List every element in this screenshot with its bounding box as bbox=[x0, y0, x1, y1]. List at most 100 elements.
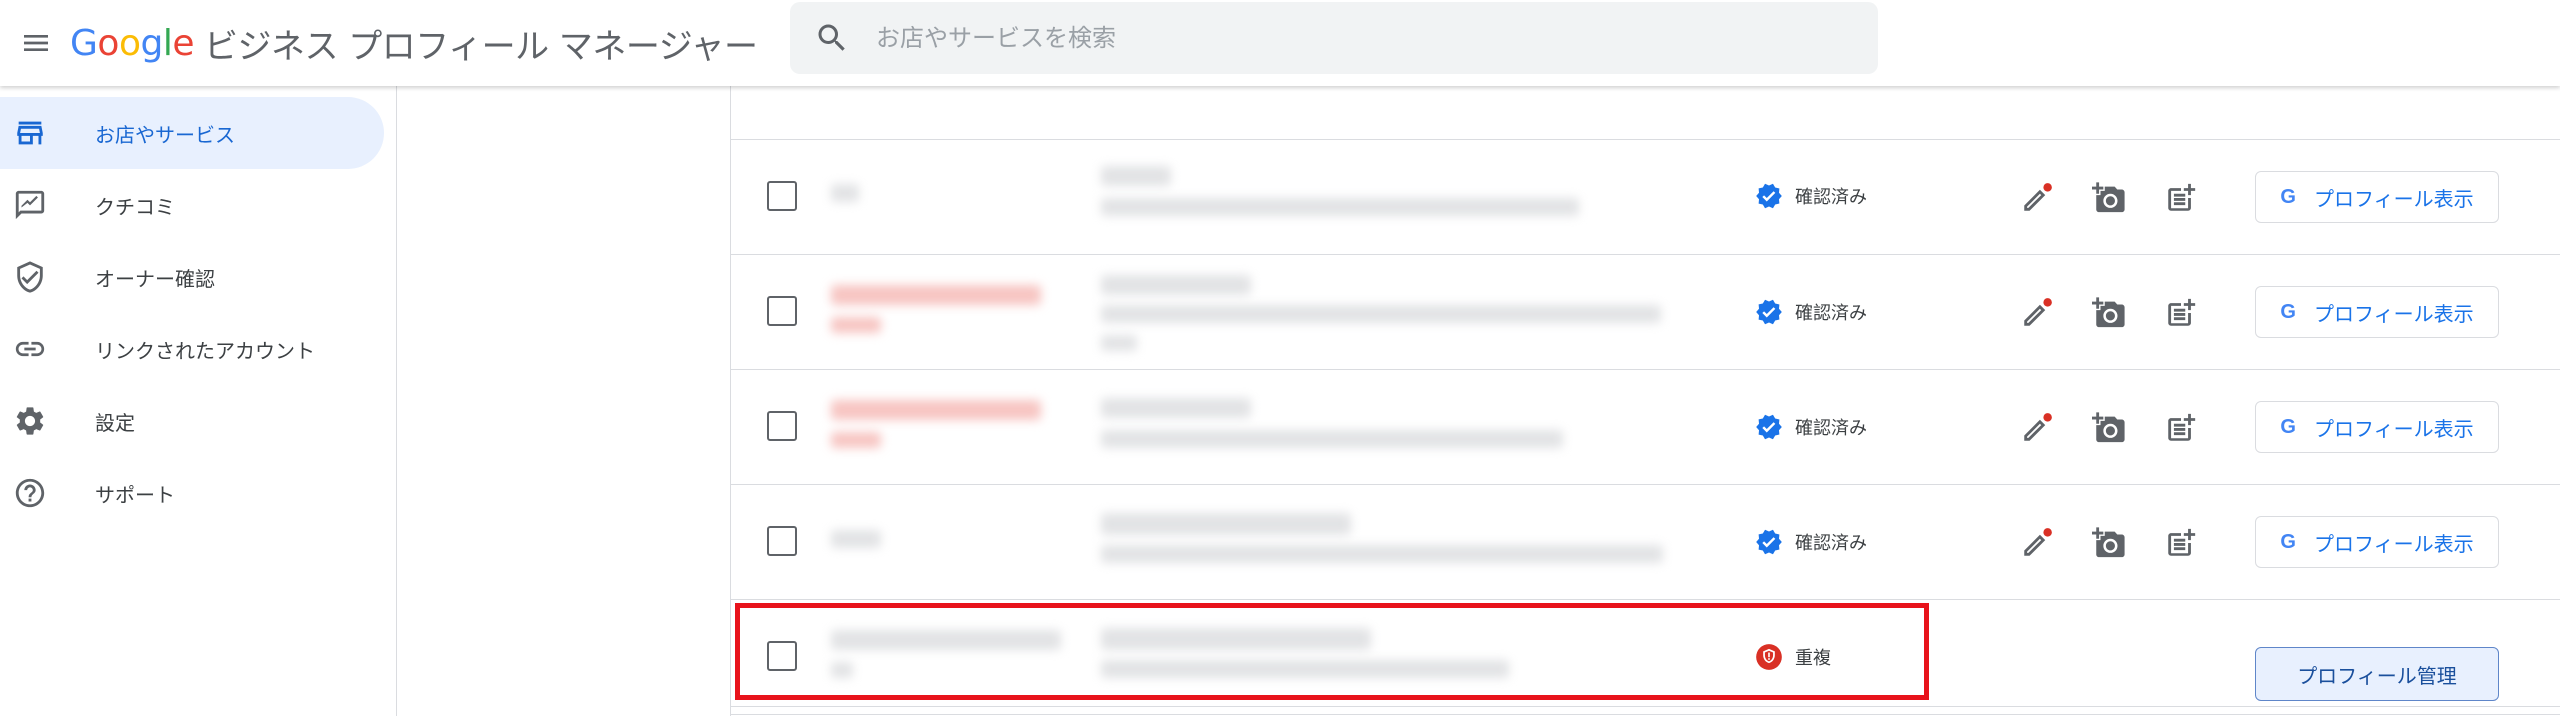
add-photo-button[interactable] bbox=[2087, 176, 2131, 220]
blurred-name bbox=[831, 184, 859, 202]
verified-check-icon bbox=[1756, 299, 1782, 325]
add-photo-button[interactable] bbox=[2087, 521, 2131, 565]
add-post-icon bbox=[2168, 413, 2196, 441]
pencil-alert-icon bbox=[2024, 298, 2052, 326]
table-row: 確認済み G プロフィール表示 bbox=[731, 370, 2560, 485]
status-badge: 重複 bbox=[1755, 643, 1831, 671]
blurred-name bbox=[831, 630, 1061, 650]
view-profile-button[interactable]: G プロフィール表示 bbox=[2255, 171, 2499, 223]
gear-icon bbox=[12, 403, 48, 439]
add-post-button[interactable] bbox=[2159, 176, 2203, 220]
status-badge: 確認済み bbox=[1755, 182, 1867, 210]
add-photo-button[interactable] bbox=[2087, 406, 2131, 450]
search-input[interactable] bbox=[876, 24, 1776, 52]
blurred-name-2 bbox=[831, 317, 881, 333]
blurred-address bbox=[1101, 545, 1663, 563]
view-profile-button[interactable]: G プロフィール表示 bbox=[2255, 516, 2499, 568]
table-row-duplicate: 重複 プロフィール管理 bbox=[731, 600, 2560, 715]
blurred-address bbox=[1101, 198, 1579, 216]
status-badge: 確認済み bbox=[1755, 298, 1867, 326]
search-icon[interactable] bbox=[814, 20, 850, 56]
sidebar-item-settings[interactable]: 設定 bbox=[0, 385, 384, 457]
sidebar-item-verification[interactable]: オーナー確認 bbox=[0, 241, 384, 313]
blurred-address bbox=[1101, 430, 1563, 448]
pencil-alert-icon bbox=[2024, 528, 2052, 556]
duplicate-alert-icon bbox=[1756, 644, 1782, 670]
edit-profile-button[interactable] bbox=[2015, 176, 2059, 220]
google-g-icon: G bbox=[2280, 300, 2296, 323]
google-g-icon: G bbox=[2280, 415, 2296, 438]
status-badge: 確認済み bbox=[1755, 413, 1867, 441]
blurred-address bbox=[1101, 305, 1661, 323]
row-checkbox[interactable] bbox=[767, 181, 797, 211]
locations-table: 確認済み G プロフィール表示 確認済み G プロフィール表示 確認済み G プ… bbox=[730, 25, 2560, 716]
status-badge: 確認済み bbox=[1755, 528, 1867, 556]
table-row: 確認済み G プロフィール表示 bbox=[731, 255, 2560, 370]
table-bottom-divider bbox=[730, 706, 2560, 707]
sidebar-item-label: クチコミ bbox=[95, 194, 175, 219]
pencil-alert-icon bbox=[2024, 183, 2052, 211]
hamburger-menu-icon bbox=[24, 35, 48, 51]
add-photo-icon bbox=[2092, 412, 2125, 443]
blurred-name bbox=[831, 285, 1041, 305]
view-profile-button[interactable]: G プロフィール表示 bbox=[2255, 286, 2499, 338]
add-post-button[interactable] bbox=[2159, 521, 2203, 565]
sidebar-item-label: サポート bbox=[95, 482, 175, 507]
add-post-button[interactable] bbox=[2159, 406, 2203, 450]
table-row: 確認済み G プロフィール表示 bbox=[731, 140, 2560, 255]
verified-shield-icon bbox=[12, 259, 48, 295]
sidebar-item-label: オーナー確認 bbox=[95, 266, 215, 291]
blurred-title bbox=[1101, 275, 1251, 295]
add-post-button[interactable] bbox=[2159, 291, 2203, 335]
verified-check-icon bbox=[1756, 529, 1782, 555]
edit-profile-button[interactable] bbox=[2015, 291, 2059, 335]
blurred-address-2 bbox=[1101, 335, 1137, 351]
google-g-icon: G bbox=[2280, 530, 2296, 553]
product-name: ビジネス プロフィール マネージャー bbox=[204, 26, 758, 67]
verified-check-icon bbox=[1756, 414, 1782, 440]
blurred-title bbox=[1101, 628, 1371, 650]
blurred-name-2 bbox=[831, 432, 881, 448]
sidebar-item-label: リンクされたアカウント bbox=[95, 338, 315, 363]
blurred-name bbox=[831, 400, 1041, 420]
sidebar-item-support[interactable]: サポート bbox=[0, 457, 384, 529]
sidebar-item-reviews[interactable]: クチコミ bbox=[0, 169, 384, 241]
sidebar-item-locations[interactable]: お店やサービス bbox=[0, 97, 384, 169]
blurred-title bbox=[1101, 513, 1351, 535]
blurred-address bbox=[1101, 660, 1509, 678]
google-g-icon: G bbox=[2280, 185, 2296, 208]
store-icon bbox=[12, 115, 48, 151]
sidebar: お店やサービス クチコミ オーナー確認 リンクされたアカウント 設定 サポート bbox=[0, 86, 397, 716]
search-bar[interactable] bbox=[790, 2, 1878, 74]
sidebar-item-label: お店やサービス bbox=[95, 122, 235, 147]
blurred-name bbox=[831, 530, 881, 548]
row-checkbox[interactable] bbox=[767, 526, 797, 556]
add-photo-icon bbox=[2092, 297, 2125, 328]
table-row: 確認済み G プロフィール表示 bbox=[731, 485, 2560, 600]
add-post-icon bbox=[2168, 298, 2196, 326]
edit-profile-button[interactable] bbox=[2015, 406, 2059, 450]
app-header: Google ビジネス プロフィール マネージャー bbox=[0, 0, 2560, 86]
sidebar-item-label: 設定 bbox=[95, 410, 135, 435]
google-business-logo[interactable]: Google ビジネス プロフィール マネージャー bbox=[70, 16, 758, 70]
main-menu-button[interactable] bbox=[12, 19, 60, 67]
help-icon bbox=[12, 475, 48, 511]
manage-profile-button[interactable]: プロフィール管理 bbox=[2255, 647, 2499, 701]
sidebar-item-linked-accounts[interactable]: リンクされたアカウント bbox=[0, 313, 384, 385]
pencil-alert-icon bbox=[2024, 413, 2052, 441]
verified-check-icon bbox=[1756, 183, 1782, 209]
edit-profile-button[interactable] bbox=[2015, 521, 2059, 565]
add-photo-button[interactable] bbox=[2087, 291, 2131, 335]
add-photo-icon bbox=[2092, 527, 2125, 558]
link-icon bbox=[12, 331, 48, 367]
view-profile-button[interactable]: G プロフィール表示 bbox=[2255, 401, 2499, 453]
blurred-title bbox=[1101, 166, 1171, 186]
blurred-title bbox=[1101, 398, 1251, 418]
row-checkbox[interactable] bbox=[767, 411, 797, 441]
row-checkbox[interactable] bbox=[767, 296, 797, 326]
blurred-name-2 bbox=[831, 662, 853, 678]
review-icon bbox=[12, 187, 48, 223]
add-photo-icon bbox=[2092, 182, 2125, 213]
row-checkbox[interactable] bbox=[767, 641, 797, 671]
add-post-icon bbox=[2168, 183, 2196, 211]
